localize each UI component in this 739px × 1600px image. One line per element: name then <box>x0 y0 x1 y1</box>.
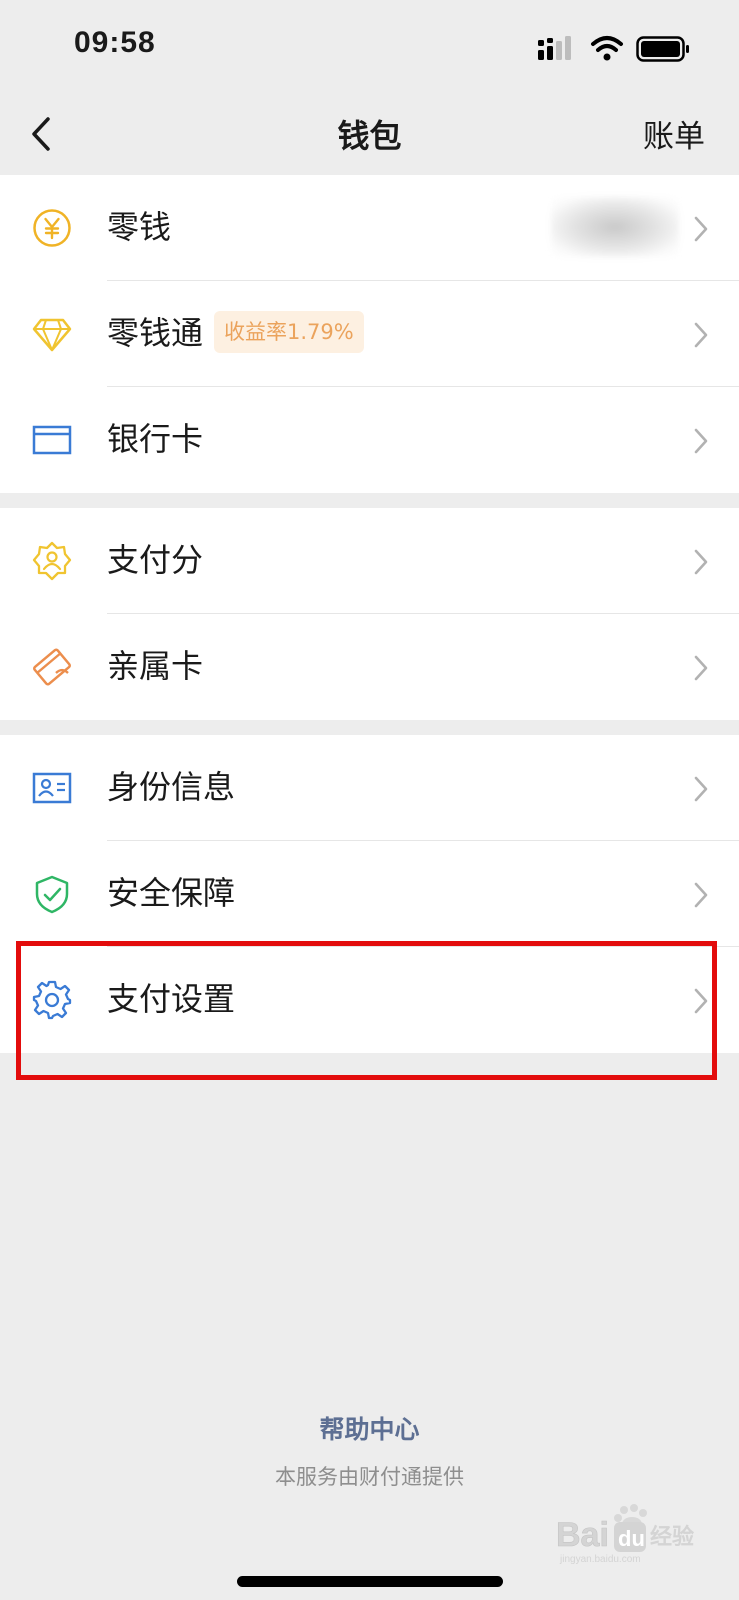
menu-item-label: 支付分 <box>107 541 204 579</box>
svg-text:Bai: Bai <box>556 1516 609 1554</box>
chevron-right-icon <box>694 216 708 242</box>
shield-check-icon <box>35 875 69 914</box>
menu-item-bank-card[interactable]: 银行卡 <box>0 387 739 493</box>
chevron-right-icon <box>694 882 708 908</box>
menu-item-security[interactable]: 安全保障 <box>0 841 739 947</box>
bill-button[interactable]: 账单 <box>643 111 705 156</box>
bank-card-icon <box>32 425 72 455</box>
menu-item-label: 亲属卡 <box>107 647 204 685</box>
family-card-icon <box>33 648 71 686</box>
chevron-right-icon <box>694 322 708 348</box>
page-title: 钱包 <box>337 117 402 155</box>
svg-text:du: du <box>618 1526 645 1551</box>
menu-item-lingqiantong[interactable]: 零钱通 收益率1.79% <box>0 281 739 387</box>
wallet-section-funds: 零钱 零钱通 收益率1.79% 银行卡 <box>0 175 739 493</box>
menu-item-pay-score[interactable]: 支付分 <box>0 508 739 614</box>
chevron-right-icon <box>694 549 708 575</box>
highlight-annotation-box <box>16 941 717 1080</box>
svg-text:经验: 经验 <box>650 1524 694 1550</box>
yen-coin-icon <box>33 209 71 247</box>
menu-item-label: 安全保障 <box>107 874 236 912</box>
status-bar: 09:58 <box>0 0 739 95</box>
id-card-icon <box>32 772 72 804</box>
battery-icon <box>636 36 689 62</box>
status-time: 09:58 <box>74 26 156 59</box>
chevron-right-icon <box>694 428 708 454</box>
pay-score-icon <box>32 541 72 581</box>
service-provider-text: 本服务由财付通提供 <box>275 1465 464 1489</box>
cellular-signal-icon <box>538 36 571 60</box>
chevron-right-icon <box>694 655 708 681</box>
menu-item-label: 银行卡 <box>107 420 204 458</box>
menu-item-identity-info[interactable]: 身份信息 <box>0 735 739 841</box>
menu-item-label: 零钱 <box>107 208 172 246</box>
help-center-link[interactable]: 帮助中心 <box>0 1410 739 1446</box>
baidu-jingyan-watermark: Bai du 经验 jingyan.baidu.com <box>556 1504 694 1565</box>
balance-amount-blurred <box>551 197 679 257</box>
menu-item-label: 身份信息 <box>107 768 236 806</box>
yield-rate-badge: 收益率1.79% <box>214 311 364 353</box>
svg-text:jingyan.baidu.com: jingyan.baidu.com <box>559 1554 641 1565</box>
wifi-icon <box>591 36 623 61</box>
home-indicator[interactable] <box>237 1576 503 1587</box>
diamond-icon <box>32 318 72 352</box>
chevron-right-icon <box>694 776 708 802</box>
nav-bar: 钱包 账单 <box>0 95 739 175</box>
menu-item-family-card[interactable]: 亲属卡 <box>0 614 739 720</box>
menu-item-label: 零钱通 <box>107 314 204 352</box>
menu-item-change[interactable]: 零钱 <box>0 175 739 281</box>
wallet-section-credit: 支付分 亲属卡 <box>0 508 739 720</box>
